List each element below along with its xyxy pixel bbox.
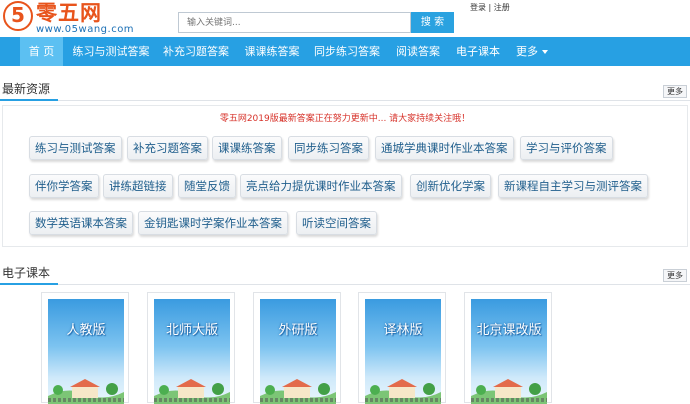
login-register-links[interactable]: 登录 | 注册 bbox=[470, 2, 510, 14]
ebook-publisher-strip bbox=[48, 398, 124, 402]
latest-resources-box: 零五网2019版最新答案正在努力更新中... 请大家持续关注哦！ 练习与测试答案… bbox=[2, 105, 688, 247]
tag-link[interactable]: 创新优化学案 bbox=[410, 174, 491, 198]
ebook-card[interactable]: 外研版 bbox=[253, 292, 341, 404]
tag-link[interactable]: 通城学典课时作业本答案 bbox=[375, 136, 514, 160]
logo-url: www.05wang.com bbox=[36, 24, 135, 35]
tag-link[interactable]: 同步练习答案 bbox=[288, 136, 369, 160]
nav-reading-answers[interactable]: 阅读答案 bbox=[389, 37, 447, 66]
ebook-cover: 译林版 bbox=[365, 299, 441, 404]
ebook-title: 北京课改版 bbox=[476, 323, 542, 338]
site-logo[interactable]: 5 零五网 www.05wang.com bbox=[3, 1, 134, 35]
nav-sync-practice-answers[interactable]: 同步练习答案 bbox=[309, 37, 385, 66]
ebook-title: 译林版 bbox=[383, 323, 423, 338]
tag-link[interactable]: 随堂反馈 bbox=[178, 174, 236, 198]
section-title-latest: 最新资源 bbox=[2, 82, 51, 96]
update-notice: 零五网2019版最新答案正在努力更新中... 请大家持续关注哦！ bbox=[219, 114, 471, 124]
ebook-card[interactable]: 北京课改版 bbox=[464, 292, 552, 404]
tag-link[interactable]: 亮点给力提优课时作业本答案 bbox=[240, 174, 402, 198]
main-nav: 首 页 练习与测试答案 补充习题答案 课课练答案 同步练习答案 阅读答案 电子课… bbox=[0, 37, 690, 66]
ebook-title: 人教版 bbox=[66, 323, 106, 338]
ebook-publisher-strip bbox=[365, 398, 441, 402]
site-header: 5 零五网 www.05wang.com 搜 索 登录 | 注册 bbox=[0, 0, 690, 37]
tag-link[interactable]: 练习与测试答案 bbox=[29, 136, 122, 160]
search-button[interactable]: 搜 索 bbox=[411, 12, 454, 33]
more-button-ebooks[interactable]: 更多 bbox=[663, 269, 687, 282]
tag-link[interactable]: 新课程自主学习与测评答案 bbox=[498, 174, 648, 198]
nav-more-label: 更多 bbox=[516, 45, 538, 58]
ebook-title: 外研版 bbox=[278, 323, 318, 338]
ebook-card[interactable]: 人教版 bbox=[41, 292, 129, 404]
ebook-cover: 北京课改版 bbox=[471, 299, 547, 404]
ebook-cover: 人教版 bbox=[48, 299, 124, 404]
ebook-publisher-strip bbox=[260, 398, 336, 402]
logo-name: 零五网 bbox=[36, 1, 102, 25]
section-underline bbox=[0, 99, 58, 101]
tag-link[interactable]: 数学英语课本答案 bbox=[29, 211, 133, 235]
ebook-publisher-strip bbox=[471, 398, 547, 402]
tag-link[interactable]: 金钥匙课时学案作业本答案 bbox=[138, 211, 288, 235]
nav-ebooks[interactable]: 电子课本 bbox=[451, 37, 505, 66]
nav-supplement-answers[interactable]: 补充习题答案 bbox=[158, 37, 234, 66]
caret-down-icon bbox=[542, 50, 548, 54]
ebook-card[interactable]: 北师大版 bbox=[147, 292, 235, 404]
nav-more[interactable]: 更多 bbox=[510, 37, 554, 66]
ebook-card[interactable]: 译林版 bbox=[358, 292, 446, 404]
ebook-cover: 外研版 bbox=[260, 299, 336, 404]
more-button-latest[interactable]: 更多 bbox=[663, 85, 687, 98]
ebook-publisher-strip bbox=[154, 398, 230, 402]
ebooks-header: 电子课本 更多 bbox=[0, 263, 690, 285]
nav-home[interactable]: 首 页 bbox=[20, 37, 63, 66]
section-title-ebooks: 电子课本 bbox=[2, 266, 51, 280]
nav-lesson-practice-answers[interactable]: 课课练答案 bbox=[240, 37, 304, 66]
tag-link[interactable]: 补充习题答案 bbox=[127, 136, 208, 160]
nav-practice-test-answers[interactable]: 练习与测试答案 bbox=[68, 37, 154, 66]
section-underline bbox=[0, 283, 58, 285]
tag-link[interactable]: 讲练超链接 bbox=[103, 174, 173, 198]
tag-link[interactable]: 课课练答案 bbox=[212, 136, 282, 160]
latest-resources-header: 最新资源 更多 bbox=[0, 79, 690, 101]
tag-link[interactable]: 伴你学答案 bbox=[29, 174, 99, 198]
ebook-cover: 北师大版 bbox=[154, 299, 230, 404]
logo-mark: 5 bbox=[3, 1, 33, 31]
search-input[interactable] bbox=[178, 12, 411, 33]
tag-link[interactable]: 学习与评价答案 bbox=[520, 136, 613, 160]
tag-link[interactable]: 听读空间答案 bbox=[296, 211, 377, 235]
ebook-title: 北师大版 bbox=[165, 323, 218, 338]
